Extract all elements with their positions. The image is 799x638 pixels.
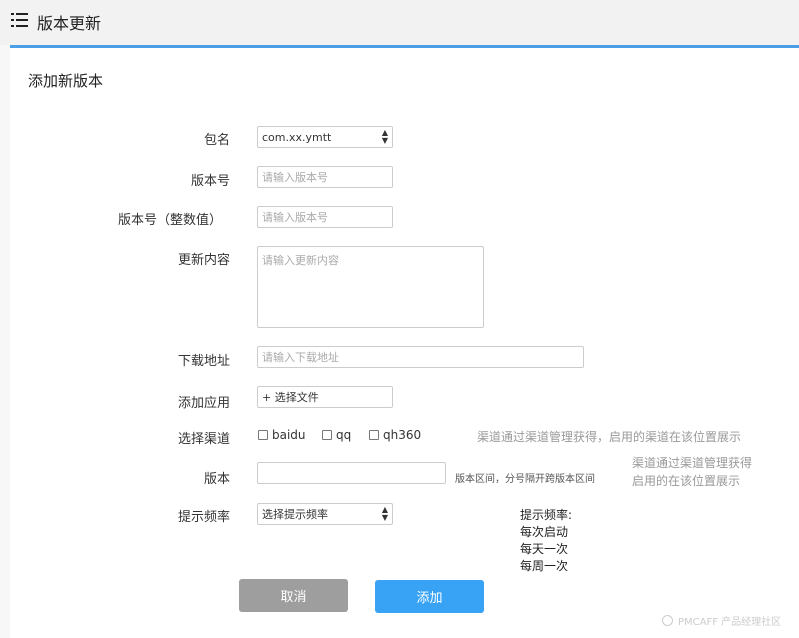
version-range-input[interactable] [257,462,446,484]
page-title: 版本更新 [37,14,102,33]
package-select-value: com.xx.ymtt [262,130,332,144]
frequency-note-title: 提示频率: [520,508,573,522]
channel-option-label: qh360 [383,428,422,442]
content-textarea[interactable] [257,246,484,328]
channel-option-qh360[interactable]: qh360 [369,428,421,442]
version-int-input[interactable] [257,206,393,228]
app-label: 添加应用 [177,396,230,411]
range-hint: 版本区间，分号隔开跨版本区间 [455,474,595,485]
version-input[interactable] [257,166,393,188]
watermark-text: PMCAFF 产品经理社区 [678,617,782,628]
channel-option-label: baidu [272,428,306,442]
channel-label: 选择渠道 [177,432,230,447]
frequency-note-item: 每周一次 [520,559,569,573]
list-icon [11,13,28,27]
cancel-button[interactable]: 取消 [239,579,348,612]
channel-option-baidu[interactable]: baidu [258,428,306,442]
frequency-note-item: 每次启动 [520,525,569,539]
choose-file-button[interactable]: + 选择文件 [257,386,393,408]
channel-option-label: qq [336,428,352,442]
download-input[interactable] [257,346,584,368]
channel-option-qq[interactable]: qq [322,428,351,442]
frequency-note-item: 每天一次 [520,542,569,556]
section-title: 添加新版本 [28,72,104,90]
frequency-select-value: 选择提示频率 [262,508,328,521]
range-label: 版本 [203,472,230,487]
package-label: 包名 [203,133,230,148]
watermark: PMCAFF 产品经理社区 [662,613,781,628]
version-label: 版本号 [190,174,230,189]
version-int-label: 版本号（整数值） [117,213,222,228]
checkbox-icon[interactable] [322,430,332,440]
updown-arrow-icon: ▲ ▼ [381,128,388,145]
top-bar: 版本更新 [0,0,799,45]
checkbox-icon[interactable] [258,430,268,440]
range-side-hint-1: 渠道通过渠道管理获得 [632,456,753,470]
frequency-note: 提示频率: 每次启动 每天一次 每周一次 [520,507,572,575]
range-side-hint-2: 启用的在该位置展示 [632,474,741,488]
pmcaff-logo-icon [662,615,673,626]
download-label: 下载地址 [177,354,230,369]
package-select[interactable]: com.xx.ymtt ▲ ▼ [257,126,393,148]
content-label: 更新内容 [177,253,230,268]
add-button[interactable]: 添加 [375,580,484,613]
updown-arrow-icon: ▲ ▼ [381,505,388,522]
channel-hint: 渠道通过渠道管理获得，启用的渠道在该位置展示 [477,430,742,444]
checkbox-icon[interactable] [369,430,379,440]
frequency-select[interactable]: 选择提示频率 ▲ ▼ [257,503,393,525]
frequency-label: 提示频率 [177,510,230,525]
